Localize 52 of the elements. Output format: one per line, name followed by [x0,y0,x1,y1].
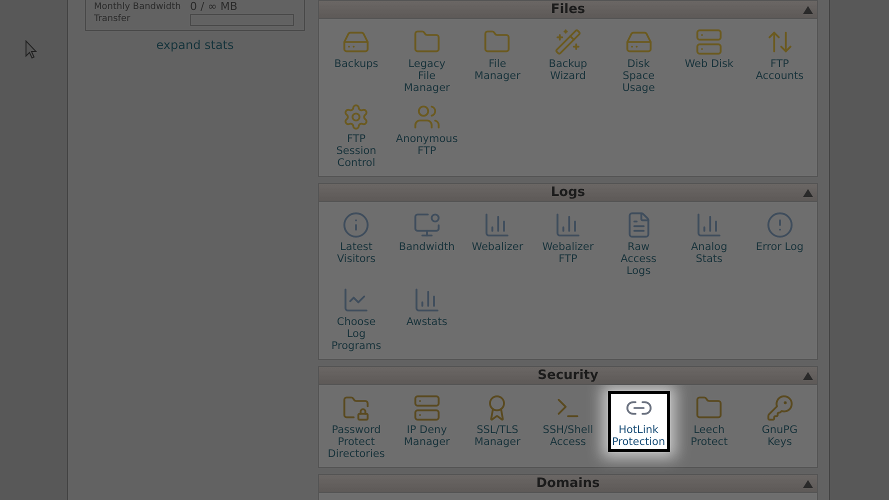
people-icon [412,103,441,131]
app-link[interactable]: Backup Wizard [536,25,599,86]
app-link[interactable]: Error Log [748,208,811,257]
app-link[interactable]: Choose Log Programs [325,283,388,356]
collapse-icon[interactable] [803,480,813,488]
pointer-icon [25,40,37,59]
app-link[interactable]: Disk Space Usage [608,25,670,98]
app-link[interactable]: File Manager [466,25,528,86]
server-icon [695,28,724,56]
app-link[interactable]: FTP Session Control [325,100,388,173]
app-link[interactable]: HotLink Protection [608,391,670,452]
section-title: Logs [550,184,586,202]
bar-chart-icon [695,211,724,239]
app-link[interactable]: Web Disk [678,25,740,74]
app-link[interactable]: Latest Visitors [325,208,388,269]
collapse-icon[interactable] [803,372,813,380]
expand-stats-link[interactable]: expand stats [156,36,234,54]
info-icon [342,211,370,239]
server-icon [412,394,441,422]
app-link[interactable]: GnuPG Keys [748,391,811,452]
app-link[interactable]: Webalizer FTP [536,208,599,269]
bar-chart-icon [412,286,441,314]
stat-label: Monthly Bandwidth [94,1,182,13]
folder-lock-icon [342,394,370,422]
wand-icon [554,28,582,56]
app-link[interactable]: Legacy File Manager [396,25,458,98]
stat-label: Transfer [94,13,132,25]
key-icon [766,394,794,422]
bar-chart-icon [483,211,512,239]
app-link[interactable]: Bandwidth [396,208,458,257]
app-link[interactable]: FTP Accounts [748,25,811,86]
app-link[interactable]: Anonymous FTP [396,100,458,161]
line-chart-icon [342,286,370,314]
app-link[interactable]: Analog Stats [678,208,740,269]
app-link[interactable]: Backups [325,25,388,74]
monitor-icon [412,211,441,239]
app-link[interactable]: Leech Protect [678,391,740,452]
app-link[interactable]: Password Protect Directories [325,391,388,464]
bar-chart-icon [554,211,582,239]
app-link[interactable]: Webalizer [466,208,528,257]
collapse-icon[interactable] [803,6,813,14]
app-link[interactable]: Awstats [396,283,458,332]
app-link[interactable]: SSH/Shell Access [536,391,599,452]
section-title: Security [538,366,598,385]
alert-icon [766,211,794,239]
section-title: Domains [536,474,600,493]
app-link[interactable]: Raw Access Logs [608,208,670,281]
app-link[interactable]: SSL/TLS Manager [466,391,528,452]
collapse-icon[interactable] [803,189,813,197]
section-title: Files [550,0,586,19]
gear-icon [342,103,370,131]
app-link[interactable]: IP Deny Manager [396,391,458,452]
